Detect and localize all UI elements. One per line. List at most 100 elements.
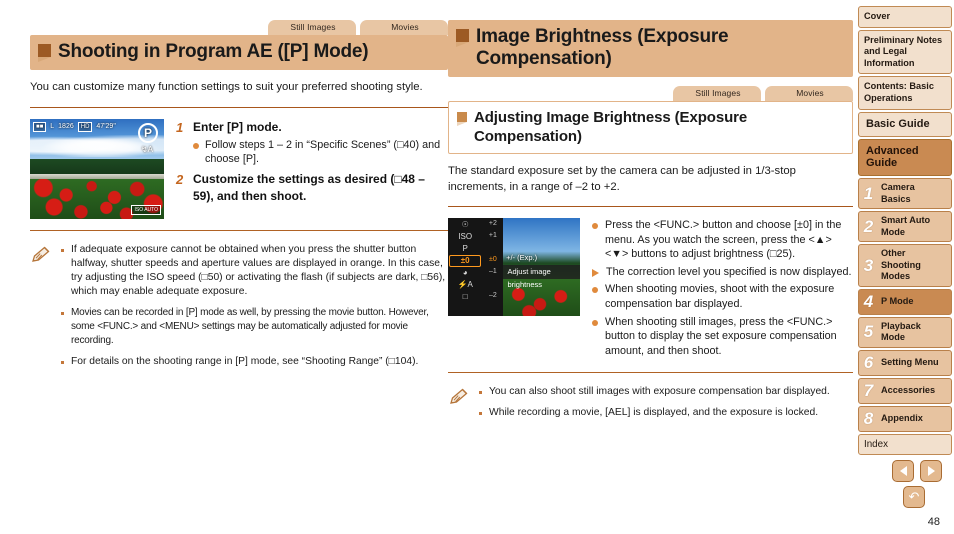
left-notes-block: If adequate exposure cannot be obtained … — [30, 243, 448, 375]
left-section-header: Shooting in Program AE ([P] Mode) — [30, 35, 448, 70]
left-note-list: If adequate exposure cannot be obtained … — [61, 243, 448, 375]
section-title: Image Brightness (Exposure Compensation) — [476, 26, 729, 69]
previous-page-button[interactable] — [892, 460, 914, 482]
sidebar-chapter-setting-menu[interactable]: 6 Setting Menu — [858, 349, 952, 376]
scale-value: +1 — [488, 231, 497, 239]
right-bullet-text: The correction level you specified is no… — [606, 265, 852, 278]
right-bullet: The correction level you specified is no… — [592, 265, 853, 280]
note-item: You can also shoot still images with exp… — [479, 385, 853, 399]
subsection-title: Adjusting Image Brightness (Exposure Com… — [474, 109, 748, 145]
step-number: 2 — [176, 171, 184, 187]
right-bullet: When shooting movies, shoot with the exp… — [592, 282, 853, 311]
note-bullet-icon — [479, 411, 482, 415]
right-section-header: Image Brightness (Exposure Compensation) — [448, 20, 853, 77]
chapter-label: Playback Mode — [881, 320, 921, 343]
func-menu-column: ☉ ISO P ±0 ◕ ⚡A □ — [448, 218, 483, 316]
sidebar-item-advanced-guide[interactable]: Advanced Guide — [858, 139, 952, 177]
bullet-dot-icon — [592, 223, 598, 229]
step-title: Enter [P] mode. — [193, 119, 282, 134]
right-bullet-text: Press the <FUNC.> button and choose [±0]… — [605, 219, 842, 261]
osd-quality: L — [50, 123, 55, 130]
return-button[interactable]: ↶ — [903, 486, 925, 508]
sidebar-chapter-accessories[interactable]: 7 Accessories — [858, 377, 952, 404]
osd-battery-icon: ■■ — [33, 121, 47, 132]
camera-screen-p-mode: ■■ L 1826 HD 47'29" P ↯A ISO AUTO — [30, 118, 164, 219]
sidebar-chapter-smart-auto-mode[interactable]: 2 Smart Auto Mode — [858, 211, 952, 243]
chapter-label: Appendix — [881, 413, 923, 424]
tab-still-images: Still Images — [268, 20, 356, 35]
right-bullet-text: When shooting still images, press the <F… — [605, 315, 837, 357]
step-bullet-text: Follow steps 1 – 2 in “Specific Scenes” … — [205, 138, 441, 166]
scale-value-selected: ±0 — [488, 255, 497, 263]
tab-still-images: Still Images — [673, 86, 761, 101]
sidebar-item-cover[interactable]: Cover — [858, 6, 952, 28]
note-bullet-icon — [61, 311, 64, 315]
bullet-dot-icon — [592, 287, 598, 294]
scale-value: –1 — [488, 267, 497, 275]
note-text: Movies can be recorded in [P] mode as we… — [71, 306, 429, 347]
manual-page: Still Images Movies Shooting in Program … — [0, 0, 954, 534]
right-bullet: Press the <FUNC.> button and choose [±0]… — [592, 218, 853, 262]
chapter-label: Camera Basics — [881, 182, 915, 204]
chapter-number: 3 — [863, 255, 874, 275]
sidebar-chapter-appendix[interactable]: 8 Appendix — [858, 405, 952, 432]
sidebar-item-basic-guide[interactable]: Basic Guide — [858, 111, 952, 138]
sidebar-item-index[interactable]: Index — [858, 433, 952, 456]
step-item: 2 Customize the settings as desired (□48… — [176, 171, 448, 205]
scale-value — [482, 242, 503, 254]
pencil-note-icon — [448, 385, 470, 426]
step-item: 1 Enter [P] mode. — [176, 119, 448, 136]
sidebar-chapter-playback-mode[interactable]: 5 Playback Mode — [858, 316, 952, 348]
right-divider-bottom — [448, 372, 853, 374]
note-text: If adequate exposure cannot be obtained … — [71, 243, 446, 298]
right-steps-block: ☉ ISO P ±0 ◕ ⚡A □ +2 +1 ±0 –1 –2 +/- (Ex… — [448, 218, 853, 361]
osd-shots-remaining: 1826 — [58, 123, 74, 130]
left-divider — [30, 106, 448, 108]
right-subsection-header: Adjusting Image Brightness (Exposure Com… — [448, 101, 853, 154]
header-marker-icon — [456, 29, 469, 47]
tab-movies: Movies — [360, 20, 448, 35]
left-arrow-icon — [899, 466, 907, 476]
sidebar-chapter-other-shooting-modes[interactable]: 3 Other Shooting Modes — [858, 244, 952, 287]
chapter-number: 8 — [863, 408, 874, 428]
bullet-dot-icon — [193, 142, 199, 149]
func-item: ISO — [458, 231, 473, 241]
scale-value — [482, 278, 503, 290]
note-item: If adequate exposure cannot be obtained … — [61, 243, 448, 300]
note-bullet-icon — [61, 248, 64, 252]
left-steps-block: ■■ L 1826 HD 47'29" P ↯A ISO AUTO 1 Ente… — [30, 118, 448, 219]
func-item: P — [462, 243, 468, 253]
chapter-number: 5 — [863, 322, 874, 342]
sidebar-chapter-p-mode[interactable]: 4 P Mode — [858, 288, 952, 315]
note-text: While recording a movie, [AEL] is displa… — [489, 406, 819, 418]
right-tab-row: Still Images Movies — [448, 86, 853, 101]
osd-movie-icon: HD — [77, 121, 93, 132]
left-intro-text: You can customize many function settings… — [30, 81, 423, 93]
page-number: 48 — [927, 516, 940, 528]
subheader-marker-icon — [457, 112, 467, 126]
chapter-number: 6 — [863, 352, 874, 372]
chapter-number: 4 — [863, 291, 874, 311]
osd-iso-icon: ISO AUTO — [131, 204, 161, 215]
bullet-dot-icon — [592, 319, 598, 326]
right-notes-block: You can also shoot still images with exp… — [448, 385, 853, 426]
chapter-label: Smart Auto Mode — [881, 215, 931, 237]
right-divider — [448, 206, 853, 207]
screen-treeline — [30, 158, 164, 175]
sidebar-item-preliminary-notes[interactable]: Preliminary Notes and Legal Information — [858, 29, 952, 75]
next-page-button[interactable] — [920, 460, 942, 482]
step-title: Customize the settings as desired (□48 –… — [193, 171, 425, 203]
chapter-number: 2 — [863, 216, 874, 236]
left-tab-row: Still Images Movies — [30, 20, 448, 35]
sidebar-item-contents[interactable]: Contents: Basic Operations — [858, 76, 952, 110]
func-item: ☉ — [461, 220, 469, 229]
right-arrow-icon — [927, 466, 935, 476]
header-marker-icon — [38, 44, 51, 62]
pencil-note-icon — [30, 243, 52, 375]
sidebar-chapter-camera-basics[interactable]: 1 Camera Basics — [858, 178, 952, 210]
chapter-label: Other Shooting Modes — [881, 248, 921, 282]
func-item: □ — [462, 291, 468, 301]
left-column: Still Images Movies Shooting in Program … — [30, 20, 448, 375]
bullet-triangle-icon — [592, 268, 599, 277]
func-item: ◕ — [462, 267, 468, 277]
